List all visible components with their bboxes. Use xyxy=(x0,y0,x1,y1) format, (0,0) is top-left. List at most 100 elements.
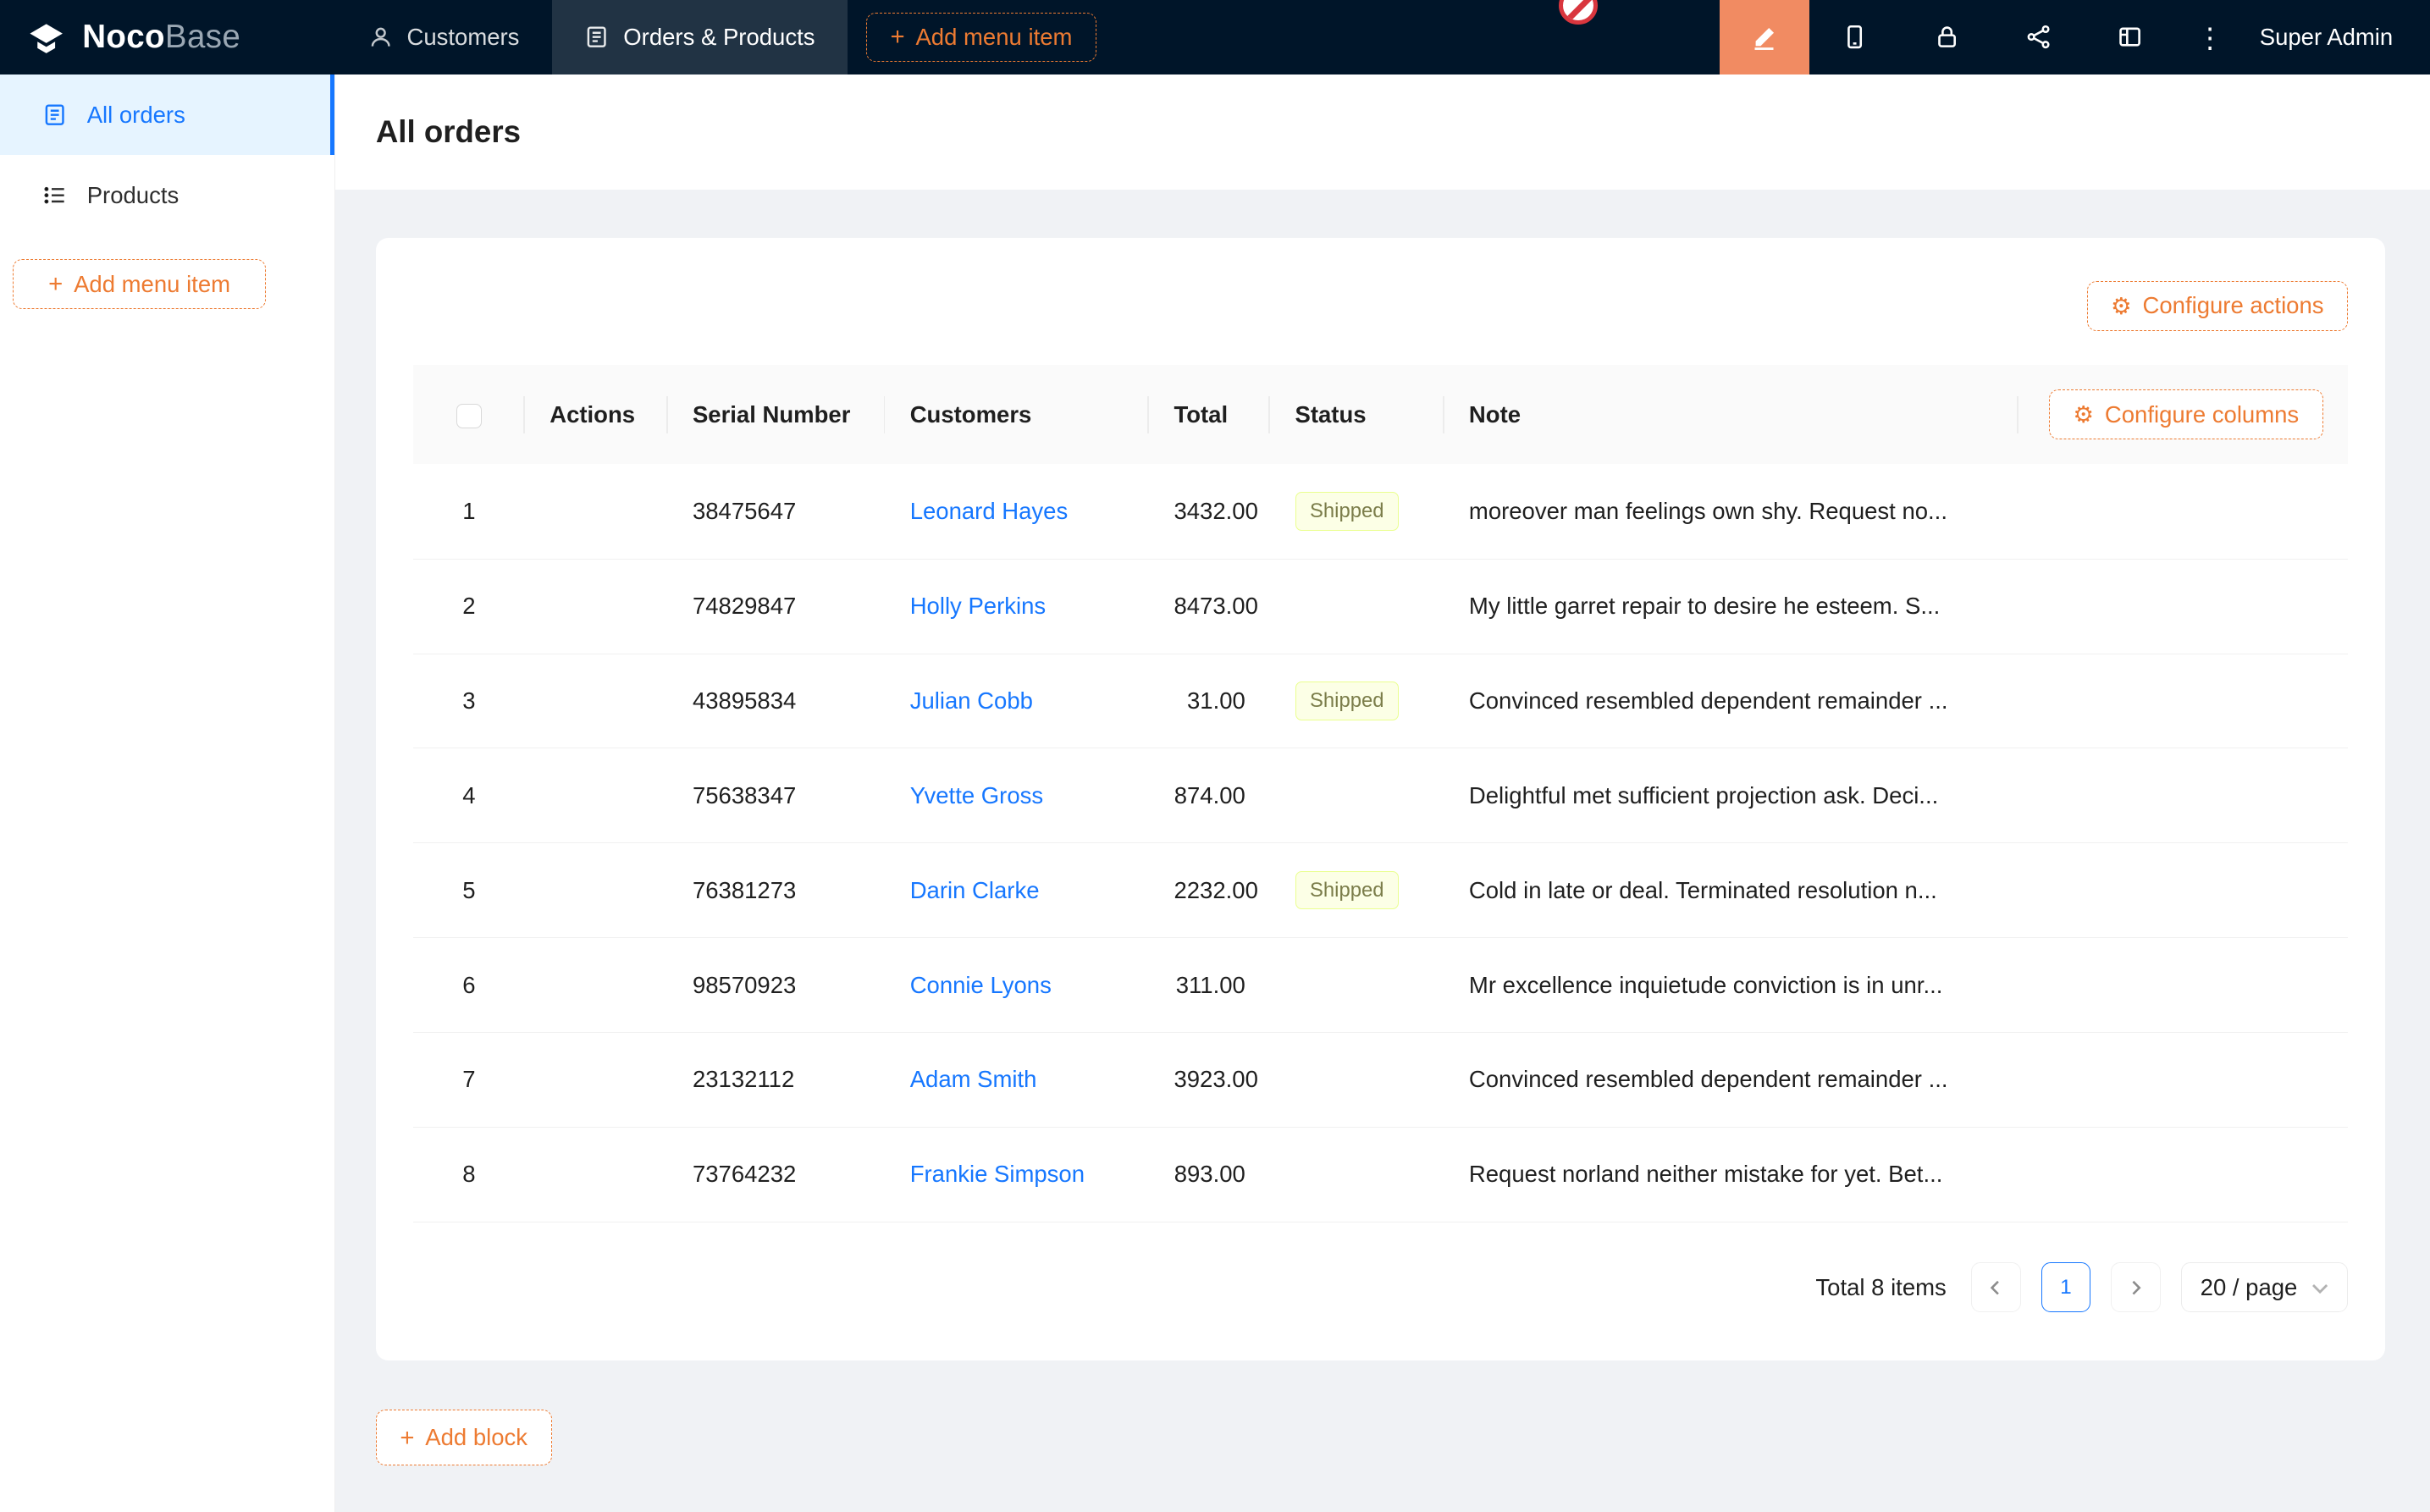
total-cell: 3923.00 xyxy=(1149,1032,1270,1127)
total-cell: 874.00 xyxy=(1149,748,1270,843)
table-row: 8 73764232 Frankie Simpson 893.00 Reques… xyxy=(413,1127,2348,1222)
sidebar: All orders Products + Add menu item xyxy=(0,74,335,1512)
nav-tab-orders-products[interactable]: Orders & Products xyxy=(552,0,848,74)
user-icon xyxy=(368,25,393,49)
add-block-label: Add block xyxy=(425,1424,527,1451)
serial-cell: 23132112 xyxy=(668,1032,886,1127)
column-header-total: Total xyxy=(1149,365,1270,464)
orders-page-icon xyxy=(42,102,67,127)
chevron-left-icon xyxy=(1988,1280,2003,1295)
pagination-prev-button[interactable] xyxy=(1971,1262,2021,1312)
table-row: 4 75638347 Yvette Gross 874.00 Delightfu… xyxy=(413,748,2348,843)
app-viewport: NocoBase Customers Orders & Products + A… xyxy=(0,0,2430,1512)
serial-cell: 76381273 xyxy=(668,843,886,938)
pagination-next-button[interactable] xyxy=(2111,1262,2161,1312)
configure-actions-button[interactable]: ⚙ Configure actions xyxy=(2087,281,2349,331)
status-cell xyxy=(1270,1127,1444,1222)
pagination-total: Total 8 items xyxy=(1815,1274,1946,1301)
customer-link[interactable]: Darin Clarke xyxy=(910,877,1040,903)
mobile-icon xyxy=(1842,24,1868,50)
configure-columns-button[interactable]: ⚙ Configure columns xyxy=(2049,389,2323,439)
lock-button[interactable] xyxy=(1901,0,1992,74)
actions-cell xyxy=(525,654,668,748)
ellipsis-vertical-icon: ⋮ xyxy=(2196,21,2224,54)
customer-link[interactable]: Julian Cobb xyxy=(910,687,1033,714)
actions-cell xyxy=(525,559,668,654)
plus-icon: + xyxy=(400,1426,414,1450)
row-index: 7 xyxy=(413,1032,525,1127)
main-area: All orders ⚙ Configure actions xyxy=(335,74,2430,1465)
chevron-down-icon xyxy=(2311,1279,2328,1296)
share-button[interactable] xyxy=(1992,0,2084,74)
nocobase-logo[interactable]: NocoBase xyxy=(0,15,335,58)
select-all-checkbox[interactable] xyxy=(456,404,481,428)
lock-icon xyxy=(1934,24,1960,50)
sidebar-item-all-orders[interactable]: All orders xyxy=(0,74,334,155)
total-cell: 3432.00 xyxy=(1149,464,1270,559)
list-icon xyxy=(42,183,67,207)
topbar: NocoBase Customers Orders & Products + A… xyxy=(0,0,2430,74)
column-header-customers: Customers xyxy=(885,365,1149,464)
plus-icon: + xyxy=(890,25,904,49)
customer-link[interactable]: Leonard Hayes xyxy=(910,498,1069,524)
serial-cell: 74829847 xyxy=(668,559,886,654)
page-title: All orders xyxy=(376,114,521,150)
ui-editor-button[interactable] xyxy=(1720,0,1809,74)
user-menu[interactable]: Super Admin xyxy=(2244,24,2430,51)
customer-link[interactable]: Adam Smith xyxy=(910,1066,1037,1092)
total-cell: 8473.00 xyxy=(1149,559,1270,654)
add-block-button[interactable]: + Add block xyxy=(376,1410,552,1465)
note-cell: Mr excellence inquietude conviction is i… xyxy=(1444,938,2019,1033)
column-header-serial: Serial Number xyxy=(668,365,886,464)
pagination-page-1[interactable]: 1 xyxy=(2041,1262,2091,1312)
table-row: 1 38475647 Leonard Hayes 3432.00 Shipped… xyxy=(413,464,2348,559)
nav-tab-customers[interactable]: Customers xyxy=(335,0,552,74)
page-size-select[interactable]: 20 / page xyxy=(2181,1262,2348,1312)
add-menu-item-label: Add menu item xyxy=(915,24,1072,51)
status-badge: Shipped xyxy=(1295,871,1399,909)
column-header-actions: Actions xyxy=(525,365,668,464)
orders-table: Actions Serial Number Customers Total St… xyxy=(413,365,2348,1222)
actions-cell xyxy=(525,938,668,1033)
serial-cell: 75638347 xyxy=(668,748,886,843)
status-cell xyxy=(1270,748,1444,843)
customer-link[interactable]: Yvette Gross xyxy=(910,782,1043,808)
serial-cell: 98570923 xyxy=(668,938,886,1033)
customer-link[interactable]: Holly Perkins xyxy=(910,593,1046,619)
actions-cell xyxy=(525,1032,668,1127)
status-badge: Shipped xyxy=(1295,492,1399,530)
table-toolbar: ⚙ Configure actions xyxy=(413,281,2348,331)
column-header-status: Status xyxy=(1270,365,1444,464)
row-index: 3 xyxy=(413,654,525,748)
actions-cell xyxy=(525,464,668,559)
note-cell: moreover man feelings own shy. Request n… xyxy=(1444,464,2019,559)
nocobase-logo-icon xyxy=(25,15,68,58)
row-index: 4 xyxy=(413,748,525,843)
note-cell: Cold in late or deal. Terminated resolut… xyxy=(1444,843,2019,938)
table-row: 2 74829847 Holly Perkins 8473.00 My litt… xyxy=(413,559,2348,654)
note-cell: Delightful met sufficient projection ask… xyxy=(1444,748,2019,843)
logo-text: NocoBase xyxy=(82,19,240,56)
table-header-row: Actions Serial Number Customers Total St… xyxy=(413,365,2348,464)
row-index: 8 xyxy=(413,1127,525,1222)
add-menu-item-button-sidebar[interactable]: + Add menu item xyxy=(13,259,267,309)
add-menu-item-button-topbar[interactable]: + Add menu item xyxy=(866,13,1096,63)
gear-icon: ⚙ xyxy=(2111,295,2132,318)
configure-actions-label: Configure actions xyxy=(2143,292,2324,319)
plus-icon: + xyxy=(48,272,63,296)
sidebar-item-products[interactable]: Products xyxy=(0,155,334,235)
customer-link[interactable]: Frankie Simpson xyxy=(910,1161,1085,1187)
layout-button[interactable] xyxy=(2085,0,2176,74)
serial-cell: 73764232 xyxy=(668,1127,886,1222)
top-navigation: Customers Orders & Products + Add menu i… xyxy=(335,0,1096,74)
gear-icon: ⚙ xyxy=(2073,403,2094,427)
orders-file-icon xyxy=(584,25,609,49)
row-index: 6 xyxy=(413,938,525,1033)
mobile-preview-button[interactable] xyxy=(1809,0,1901,74)
actions-cell xyxy=(525,1127,668,1222)
status-cell xyxy=(1270,938,1444,1033)
status-cell xyxy=(1270,1032,1444,1127)
add-menu-item-label: Add menu item xyxy=(74,271,230,298)
customer-link[interactable]: Connie Lyons xyxy=(910,972,1052,998)
more-actions-button[interactable]: ⋮ xyxy=(2176,0,2245,74)
